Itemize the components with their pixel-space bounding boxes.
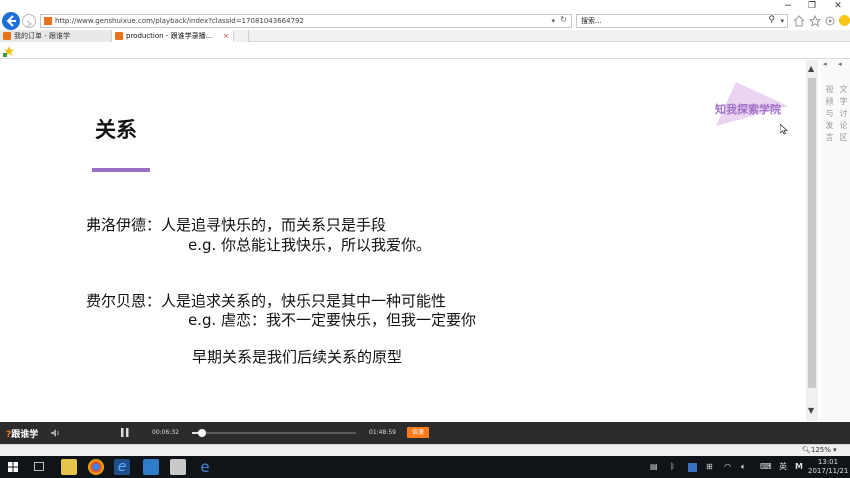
player-bar: ?跟谁学 00:06:32 01:48:59 倍速 xyxy=(0,422,850,444)
tab-label: 我的订单 - 跟谁学 xyxy=(14,32,70,40)
search-placeholder: 搜索... xyxy=(581,17,602,25)
task-view-icon[interactable] xyxy=(34,462,44,471)
tab-production[interactable]: production - 跟谁学录播... × xyxy=(112,30,234,42)
search-dropdown-icon[interactable]: ▾ xyxy=(780,15,784,27)
watermark-text: 知我探索学院 xyxy=(715,103,781,116)
tab-orders[interactable]: 我的订单 - 跟谁学 xyxy=(0,30,112,42)
forward-button[interactable] xyxy=(22,14,36,28)
feedback-smiley-icon[interactable] xyxy=(839,15,850,26)
settings-gear-icon[interactable] xyxy=(824,15,836,27)
forward-arrow-icon xyxy=(26,20,32,28)
internet-explorer-icon[interactable]: e xyxy=(114,459,130,475)
slide-line-1: 弗洛伊德：人是追寻快乐的，而关系只是手段 xyxy=(86,216,387,234)
clock-time: 13:01 xyxy=(817,458,839,466)
back-arrow-icon xyxy=(6,15,16,27)
scroll-down-icon[interactable]: ▼ xyxy=(808,406,814,415)
clock-date: 2017/11/21 xyxy=(808,467,849,475)
dropdown-icon[interactable]: ▾ xyxy=(551,15,555,27)
clock[interactable]: 13:01 2017/11/21 xyxy=(808,458,848,476)
slide-area: 关系 知我探索学院 弗洛伊德：人是追寻快乐的，而关系只是手段 e.g. 你总能让… xyxy=(6,60,804,421)
player-brand: ?跟谁学 xyxy=(6,430,39,440)
tray-app-icon[interactable] xyxy=(688,463,697,472)
status-bar: 🔍︎125% ▾ xyxy=(0,444,850,456)
zoom-level[interactable]: 🔍︎125% ▾ xyxy=(802,446,837,454)
collapse-right-icon[interactable]: ◂ xyxy=(838,60,842,68)
refresh-icon[interactable]: ↻ xyxy=(560,15,567,26)
edge-icon[interactable]: e xyxy=(197,459,213,475)
home-icon[interactable] xyxy=(793,15,805,27)
vertical-scrollbar[interactable]: ▲ ▼ xyxy=(806,60,818,421)
slide-line-4: e.g. 虐恋：我不一定要快乐，但我一定要你 xyxy=(188,311,477,329)
navigation-bar: http://www.genshuixue.com/playback/index… xyxy=(0,12,850,30)
progress-bar[interactable] xyxy=(192,429,356,437)
tab-label: production - 跟谁学录播... xyxy=(126,32,213,40)
restore-button[interactable]: ❐ xyxy=(800,0,824,12)
collapse-left-icon[interactable]: ◂ xyxy=(823,60,827,68)
side-panel: ◂ ◂ 视频与发言 文字讨论区 xyxy=(820,60,850,421)
tab-favicon-icon xyxy=(115,32,123,40)
tray-network-icon[interactable]: ⊞ xyxy=(706,461,713,473)
scroll-up-icon[interactable]: ▲ xyxy=(808,64,814,73)
title-underline xyxy=(92,168,150,172)
tab-favicon-icon xyxy=(3,32,11,40)
mouse-cursor-icon xyxy=(780,124,788,135)
ime-mode-icon[interactable]: M xyxy=(795,461,803,473)
slide-line-3: 费尔贝恩：人是追求关系的，快乐只是其中一种可能性 xyxy=(86,292,447,310)
speaker-icon[interactable]: 🔈︎ xyxy=(741,461,746,473)
close-tab-icon[interactable]: × xyxy=(223,30,229,42)
new-tab-button[interactable] xyxy=(234,30,249,42)
file-explorer-icon[interactable] xyxy=(61,459,77,475)
bluetooth-icon[interactable]: ᛒ xyxy=(670,461,675,473)
slide-line-5: 早期关系是我们后续关系的原型 xyxy=(192,348,403,366)
windows-start-icon[interactable] xyxy=(8,462,18,472)
search-icon[interactable]: ⚲ xyxy=(768,14,775,26)
address-bar[interactable]: http://www.genshuixue.com/playback/index… xyxy=(40,14,572,28)
taskbar: e e ▤ ᛒ ⊞ ◠ 🔈︎ ⌨ 英 M 13:01 2017/11/21 xyxy=(0,456,850,478)
keyboard-icon[interactable]: ⌨ xyxy=(760,461,772,473)
close-window-button[interactable]: ✕ xyxy=(826,0,850,12)
tray-icon[interactable]: ▤ xyxy=(650,461,658,473)
video-discussion-tab[interactable]: 视频与发言 xyxy=(825,84,834,144)
pause-icon[interactable] xyxy=(120,427,130,438)
scrollbar-thumb[interactable] xyxy=(808,78,816,388)
ime-indicator[interactable]: 英 xyxy=(779,461,787,473)
back-button[interactable] xyxy=(2,12,20,30)
app-icon[interactable] xyxy=(143,459,159,475)
media-app-icon[interactable] xyxy=(170,459,186,475)
slide-title: 关系 xyxy=(95,118,137,142)
favorites-star-icon[interactable] xyxy=(809,15,821,27)
favorites-bar xyxy=(0,43,850,59)
speed-button[interactable]: 倍速 xyxy=(407,427,429,438)
progress-knob[interactable] xyxy=(197,429,206,437)
minimize-button[interactable]: − xyxy=(776,0,800,12)
zoom-icon: 🔍︎ xyxy=(802,446,811,454)
address-url: http://www.genshuixue.com/playback/index… xyxy=(55,17,304,25)
slide-line-2: e.g. 你总能让我快乐，所以我爱你。 xyxy=(188,236,432,254)
site-favicon-icon xyxy=(44,17,52,25)
current-time: 00:06:32 xyxy=(152,429,179,436)
total-time: 01:48:59 xyxy=(369,429,396,436)
search-input[interactable]: 搜索... ⚲ ▾ xyxy=(576,14,788,28)
chrome-icon[interactable] xyxy=(88,459,104,475)
tab-bar: 我的订单 - 跟谁学 production - 跟谁学录播... × xyxy=(0,30,850,42)
volume-icon[interactable] xyxy=(50,428,60,438)
title-bar: − ❐ ✕ xyxy=(0,0,850,12)
text-discussion-tab[interactable]: 文字讨论区 xyxy=(839,84,848,144)
add-favorites-icon[interactable] xyxy=(3,45,15,57)
wifi-icon[interactable]: ◠ xyxy=(724,461,731,473)
